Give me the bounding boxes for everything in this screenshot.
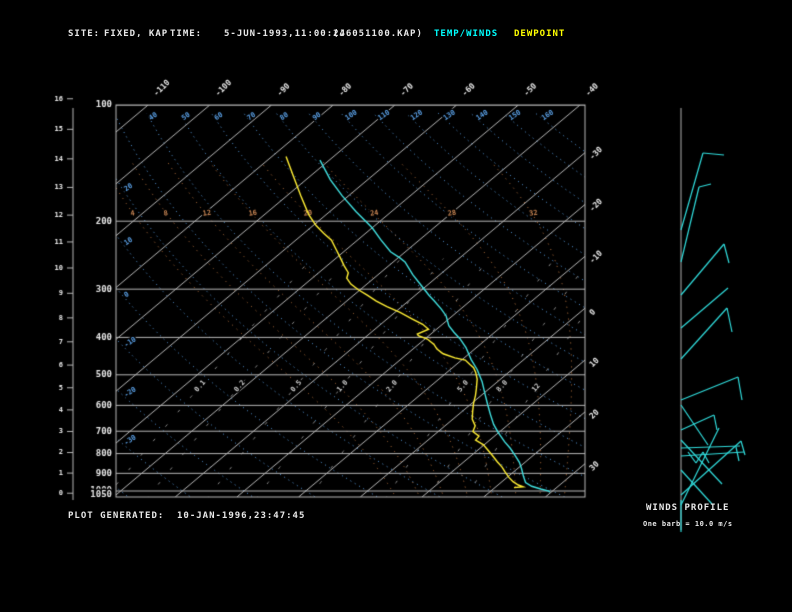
time-value: 5-JUN-1993,11:00:24	[224, 29, 346, 39]
time-label: TIME:	[170, 29, 203, 39]
plot-generated-label: PLOT GENERATED:	[68, 511, 165, 521]
site-label: SITE:	[68, 29, 101, 39]
winds-profile-caption: One barb = 10.0 m/s	[643, 520, 733, 528]
site-value: FIXED, KAP	[104, 29, 169, 39]
file-name: (J6051100.KAP)	[333, 29, 423, 39]
legend-temp-winds: TEMP/WINDS	[434, 29, 499, 39]
legend-dewpoint: DEWPOINT	[514, 29, 566, 39]
skewt-app-window: SITE: FIXED, KAP TIME: 5-JUN-1993,11:00:…	[0, 0, 792, 612]
plot-generated-value: 10-JAN-1996,23:47:45	[177, 511, 306, 521]
winds-profile-title: WINDS PROFILE	[646, 503, 730, 513]
